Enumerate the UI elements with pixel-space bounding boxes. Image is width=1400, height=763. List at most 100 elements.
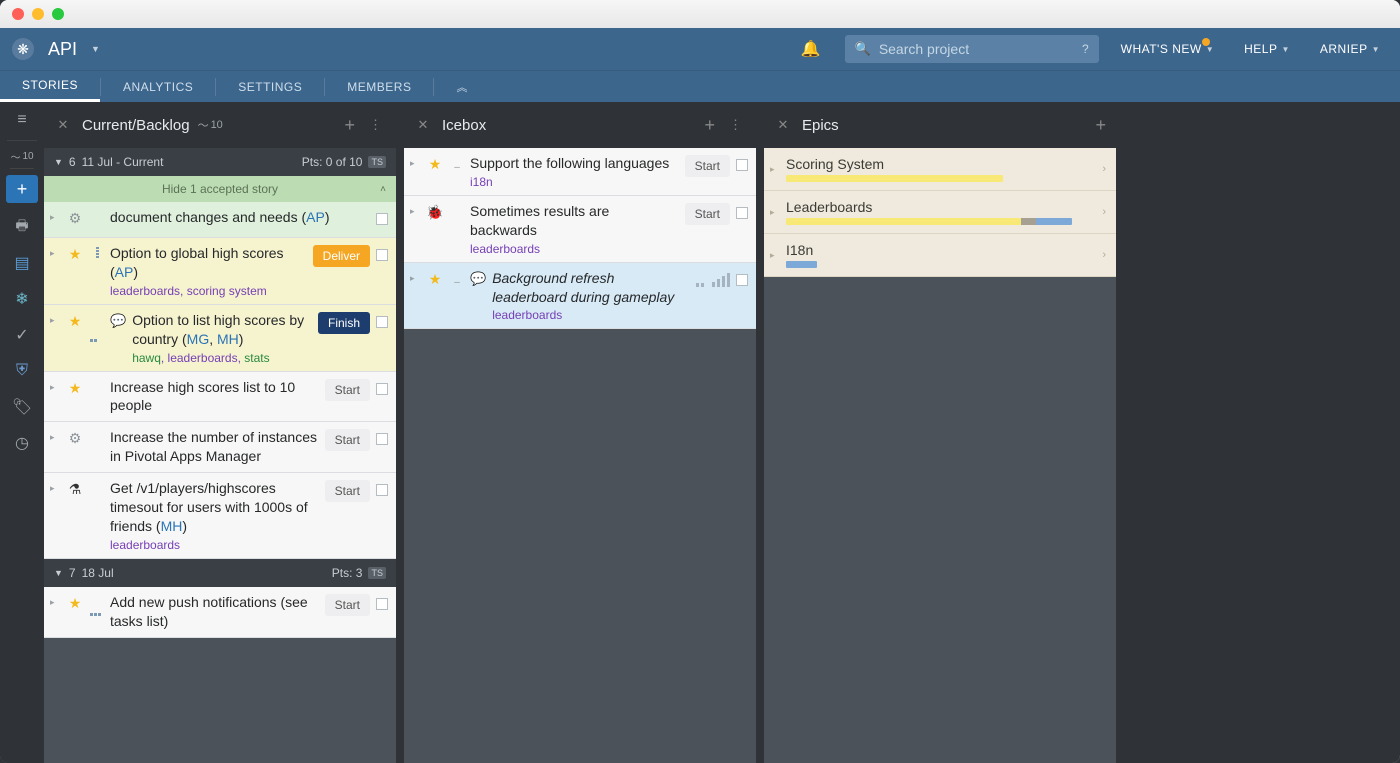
epic-row[interactable]: ▸ I18n › — [764, 234, 1116, 277]
owner-link[interactable]: AP — [306, 209, 325, 225]
select-checkbox[interactable] — [736, 207, 748, 219]
select-checkbox[interactable] — [736, 159, 748, 171]
estimate-picker[interactable] — [696, 273, 730, 287]
project-title[interactable]: API — [48, 39, 77, 60]
select-checkbox[interactable] — [736, 274, 748, 286]
team-strength-badge[interactable]: TS — [368, 156, 386, 168]
nav-whats-new[interactable]: WHAT'S NEW ▼ — [1113, 42, 1222, 56]
select-checkbox[interactable] — [376, 598, 388, 610]
nav-user[interactable]: ARNIEP ▼ — [1312, 42, 1388, 56]
epic-row[interactable]: ▸ Scoring System › — [764, 148, 1116, 191]
owner-link[interactable]: MH — [161, 518, 183, 534]
owner-link[interactable]: AP — [115, 264, 134, 280]
story-labels[interactable]: leaderboards, scoring system — [110, 284, 267, 298]
select-checkbox[interactable] — [376, 383, 388, 395]
notifications-icon[interactable]: 🔔 — [791, 39, 831, 59]
select-checkbox[interactable] — [376, 249, 388, 261]
start-button[interactable]: Start — [325, 594, 370, 616]
story-row[interactable]: ▸ 🐞 Sometimes results are backwards lead… — [404, 196, 756, 263]
select-checkbox[interactable] — [376, 213, 388, 225]
story-labels[interactable]: leaderboards — [492, 308, 562, 322]
story-row[interactable]: ▸ ⚗ Get /v1/players/highscores timesout … — [44, 473, 396, 559]
story-row[interactable]: ▸ ★ Add new push notifications (see task… — [44, 587, 396, 638]
start-button[interactable]: Start — [685, 203, 730, 225]
expand-icon[interactable]: ▸ — [50, 208, 60, 231]
sidebar-velocity[interactable]: 〜10 — [10, 141, 33, 169]
owner-link[interactable]: MG — [187, 331, 210, 347]
story-labels[interactable]: leaderboards — [470, 242, 540, 256]
story-row[interactable]: ▸ ⚙ Increase the number of instances in … — [44, 422, 396, 473]
collapse-panels-icon[interactable]: ︽ — [434, 79, 490, 95]
minimize-icon[interactable] — [32, 8, 44, 20]
panel-menu-button[interactable]: ⋮ — [725, 117, 746, 133]
panel-add-button[interactable]: + — [704, 115, 715, 136]
search-help-icon[interactable]: ? — [1082, 42, 1089, 56]
panel-add-button[interactable]: + — [344, 115, 355, 136]
close-icon[interactable] — [12, 8, 24, 20]
chevron-right-icon[interactable]: › — [1102, 249, 1106, 261]
sidebar-icebox-icon[interactable]: ❄ — [0, 281, 44, 317]
expand-icon[interactable]: ▸ — [50, 428, 60, 466]
logo-icon[interactable]: ❋ — [12, 38, 34, 60]
expand-icon[interactable]: ▸ — [770, 250, 780, 261]
close-panel-button[interactable]: ✕ — [414, 117, 432, 133]
expand-icon[interactable]: ▸ — [410, 154, 420, 189]
tab-members[interactable]: MEMBERS — [325, 71, 433, 102]
story-row[interactable]: ▸ ★ 💬 Option to list high scores by coun… — [44, 305, 396, 372]
expand-icon[interactable]: ▸ — [50, 378, 60, 416]
sidebar-history-icon[interactable]: ◷ — [0, 425, 44, 461]
search-input-wrap[interactable]: 🔍 ? — [845, 35, 1099, 63]
team-strength-badge[interactable]: TS — [368, 567, 386, 579]
maximize-icon[interactable] — [52, 8, 64, 20]
expand-icon[interactable]: ▸ — [50, 311, 60, 365]
start-button[interactable]: Start — [325, 429, 370, 451]
finish-button[interactable]: Finish — [318, 312, 370, 334]
story-row[interactable]: ▸ ★ – Support the following languages i1… — [404, 148, 756, 196]
epic-row[interactable]: ▸ Leaderboards › — [764, 191, 1116, 234]
start-button[interactable]: Start — [325, 379, 370, 401]
select-checkbox[interactable] — [376, 484, 388, 496]
search-input[interactable] — [879, 41, 1074, 57]
story-row[interactable]: ▸ ★ – 💬 Background refresh leaderboard d… — [404, 263, 756, 330]
expand-icon[interactable]: ▸ — [410, 269, 420, 323]
sidebar-backlog-icon[interactable]: ▤ — [0, 245, 44, 281]
owner-link[interactable]: MH — [217, 331, 239, 347]
expand-icon[interactable]: ▸ — [50, 479, 60, 552]
iteration-header[interactable]: ▼ 6 11 Jul - Current Pts: 0 of 10 TS — [44, 148, 396, 176]
tab-stories[interactable]: STORIES — [0, 71, 100, 102]
sidebar-done-icon[interactable]: ✓ — [0, 317, 44, 353]
deliver-button[interactable]: Deliver — [313, 245, 370, 267]
select-checkbox[interactable] — [376, 433, 388, 445]
story-row[interactable]: ▸ ⚙ document changes and needs (AP) — [44, 202, 396, 238]
expand-icon[interactable]: ▸ — [770, 207, 780, 218]
story-row[interactable]: ▸ ★ Increase high scores list to 10 peop… — [44, 372, 396, 423]
story-labels[interactable]: i18n — [470, 175, 493, 189]
iteration-header[interactable]: ▼ 7 18 Jul Pts: 3 TS — [44, 559, 396, 587]
accepted-stories-toggle[interactable]: Hide 1 accepted story ˄ — [44, 176, 396, 202]
sidebar-labels-icon[interactable]: 🏷 — [0, 389, 44, 425]
tab-settings[interactable]: SETTINGS — [216, 71, 324, 102]
project-dropdown-caret[interactable]: ▼ — [91, 44, 100, 54]
add-story-button[interactable]: + — [6, 175, 38, 203]
sidebar-hamburger-icon[interactable]: ≡ — [0, 102, 44, 138]
story-row[interactable]: ▸ ★ Option to global high scores (AP) le… — [44, 238, 396, 305]
tab-analytics[interactable]: ANALYTICS — [101, 71, 215, 102]
sidebar-mywork-icon[interactable]: 🖶 — [0, 209, 44, 245]
nav-help[interactable]: HELP ▼ — [1236, 42, 1298, 56]
chevron-right-icon[interactable]: › — [1102, 206, 1106, 218]
panel-add-button[interactable]: + — [1095, 115, 1106, 136]
start-button[interactable]: Start — [325, 480, 370, 502]
expand-icon[interactable]: ▸ — [770, 164, 780, 175]
panel-menu-button[interactable]: ⋮ — [365, 117, 386, 133]
story-labels[interactable]: hawq, leaderboards, stats — [132, 351, 312, 365]
sidebar-epics-icon[interactable]: ⛨ — [0, 353, 44, 389]
expand-icon[interactable]: ▸ — [50, 244, 60, 298]
select-checkbox[interactable] — [376, 316, 388, 328]
start-button[interactable]: Start — [685, 155, 730, 177]
panel-velocity[interactable]: 〜10 — [198, 117, 223, 133]
expand-icon[interactable]: ▸ — [50, 593, 60, 631]
story-labels[interactable]: leaderboards — [110, 538, 180, 552]
close-panel-button[interactable]: ✕ — [774, 117, 792, 133]
chevron-right-icon[interactable]: › — [1102, 163, 1106, 175]
expand-icon[interactable]: ▸ — [410, 202, 420, 256]
